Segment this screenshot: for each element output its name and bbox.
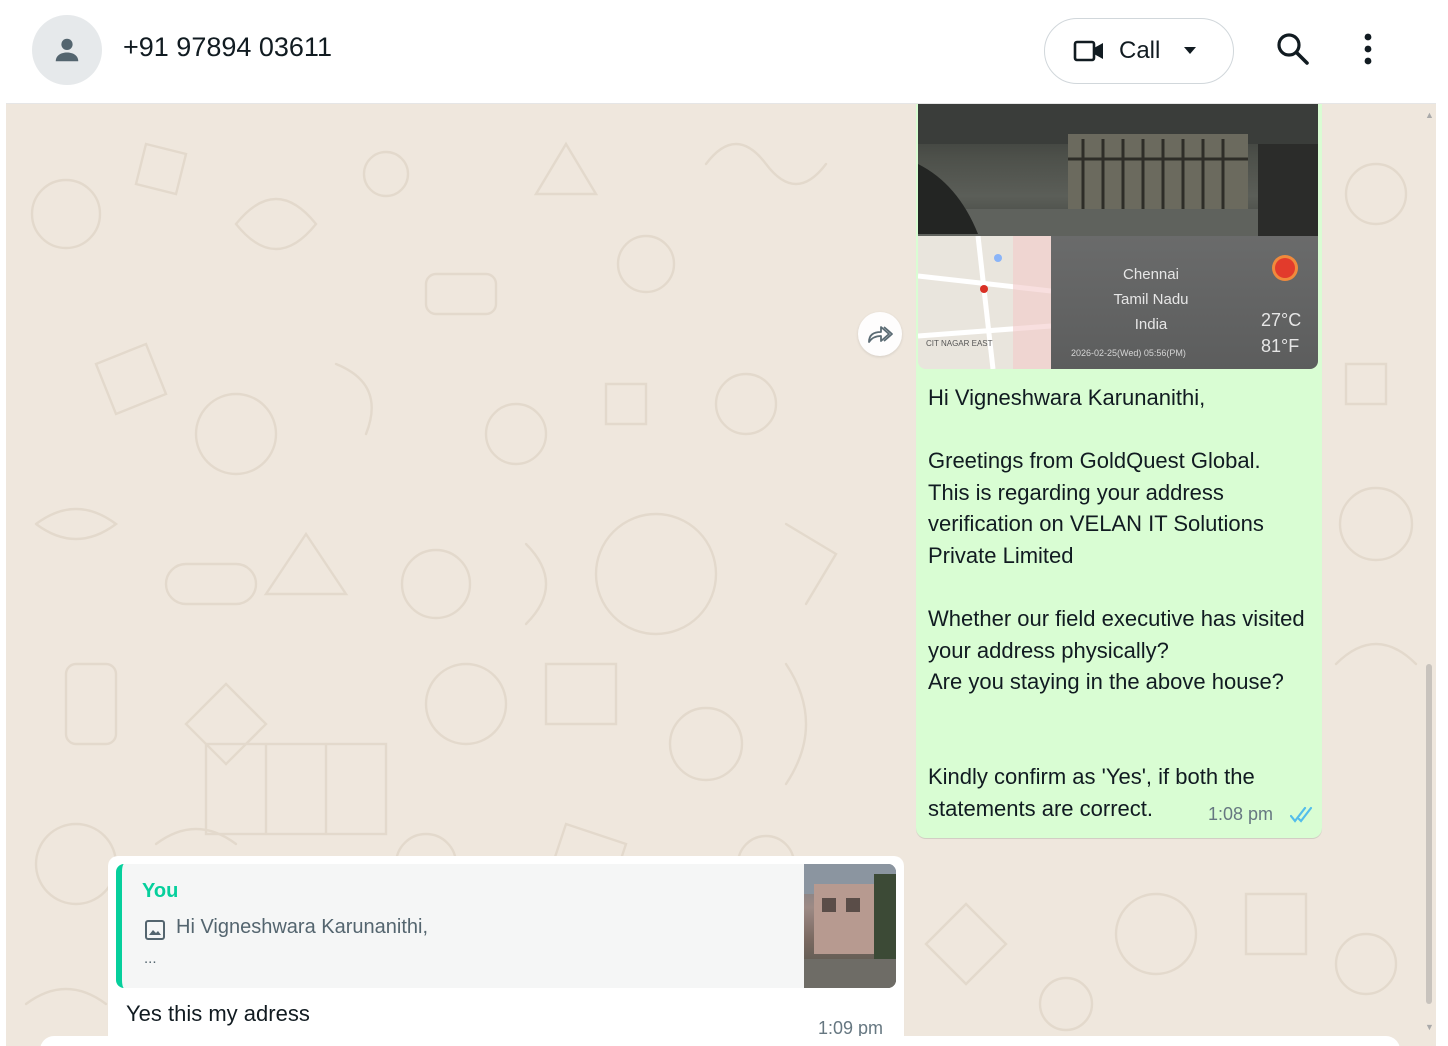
quote-more: ... [144,950,157,967]
stamp-temp-f: 81°F [1261,336,1300,356]
stamp-temp-c: 27°C [1261,310,1302,330]
more-options-icon [1364,33,1372,65]
stamp-country: India [1134,316,1168,333]
chat-scrollbar[interactable]: ▲ ▼ [1422,104,1436,1046]
quote-thumbnail [804,864,896,988]
read-ticks-icon [1290,806,1313,823]
outgoing-message-text: Hi Vigneshwara Karunanithi, Greetings fr… [928,385,1305,821]
map-area-label: CIT NAGAR EAST [926,339,993,348]
person-icon [55,38,79,62]
quote-author: You [142,880,179,902]
quoted-message[interactable]: You Hi Vigneshwara Karunanithi, ... [116,864,896,988]
search-icon [1277,33,1309,65]
forward-icon [868,326,893,343]
incoming-message-text: Yes this my adress [126,1001,310,1026]
stamp-state: Tamil Nadu [1113,291,1189,308]
message-photo[interactable] [918,104,1318,236]
stamp-datetime: 2026-02-25(Wed) 05:56(PM) [1071,348,1186,358]
search-button[interactable] [1276,32,1310,71]
call-button[interactable]: Call [1044,18,1234,84]
chat-header: +91 97894 03611 Call [6,0,1436,104]
contact-avatar[interactable] [32,15,102,85]
menu-button[interactable] [1362,32,1374,71]
scroll-up-arrow[interactable]: ▲ [1425,110,1434,120]
incoming-message-bubble[interactable]: You Hi Vigneshwara Karunanithi, ... Yes … [108,856,904,1046]
gate-photo-graphic [918,104,1318,236]
stamp-city: Chennai [1123,266,1179,283]
call-button-label: Call [1119,37,1161,64]
scroll-down-arrow[interactable]: ▼ [1425,1022,1434,1032]
mini-map: CIT NAGAR EAST [918,236,1052,369]
outgoing-message-bubble[interactable]: CIT NAGAR EAST Chennai Tamil Nadu India … [916,104,1322,838]
chevron-down-icon [1184,47,1196,54]
contact-name[interactable]: +91 97894 03611 [123,32,332,63]
weather-stamp: Chennai Tamil Nadu India 27°C 81°F 2026-… [1051,236,1318,369]
message-time: 1:08 pm [1208,804,1274,824]
video-camera-icon [1073,40,1103,62]
message-composer[interactable] [40,1036,1400,1046]
scroll-thumb[interactable] [1426,664,1432,1004]
chat-panel[interactable]: CIT NAGAR EAST Chennai Tamil Nadu India … [6,104,1436,1046]
sun-icon [1275,258,1295,278]
image-icon [145,920,165,940]
geo-stamp-panel: CIT NAGAR EAST Chennai Tamil Nadu India … [918,236,1318,369]
quote-text: Hi Vigneshwara Karunanithi, [176,916,429,938]
forward-button[interactable] [858,312,902,356]
